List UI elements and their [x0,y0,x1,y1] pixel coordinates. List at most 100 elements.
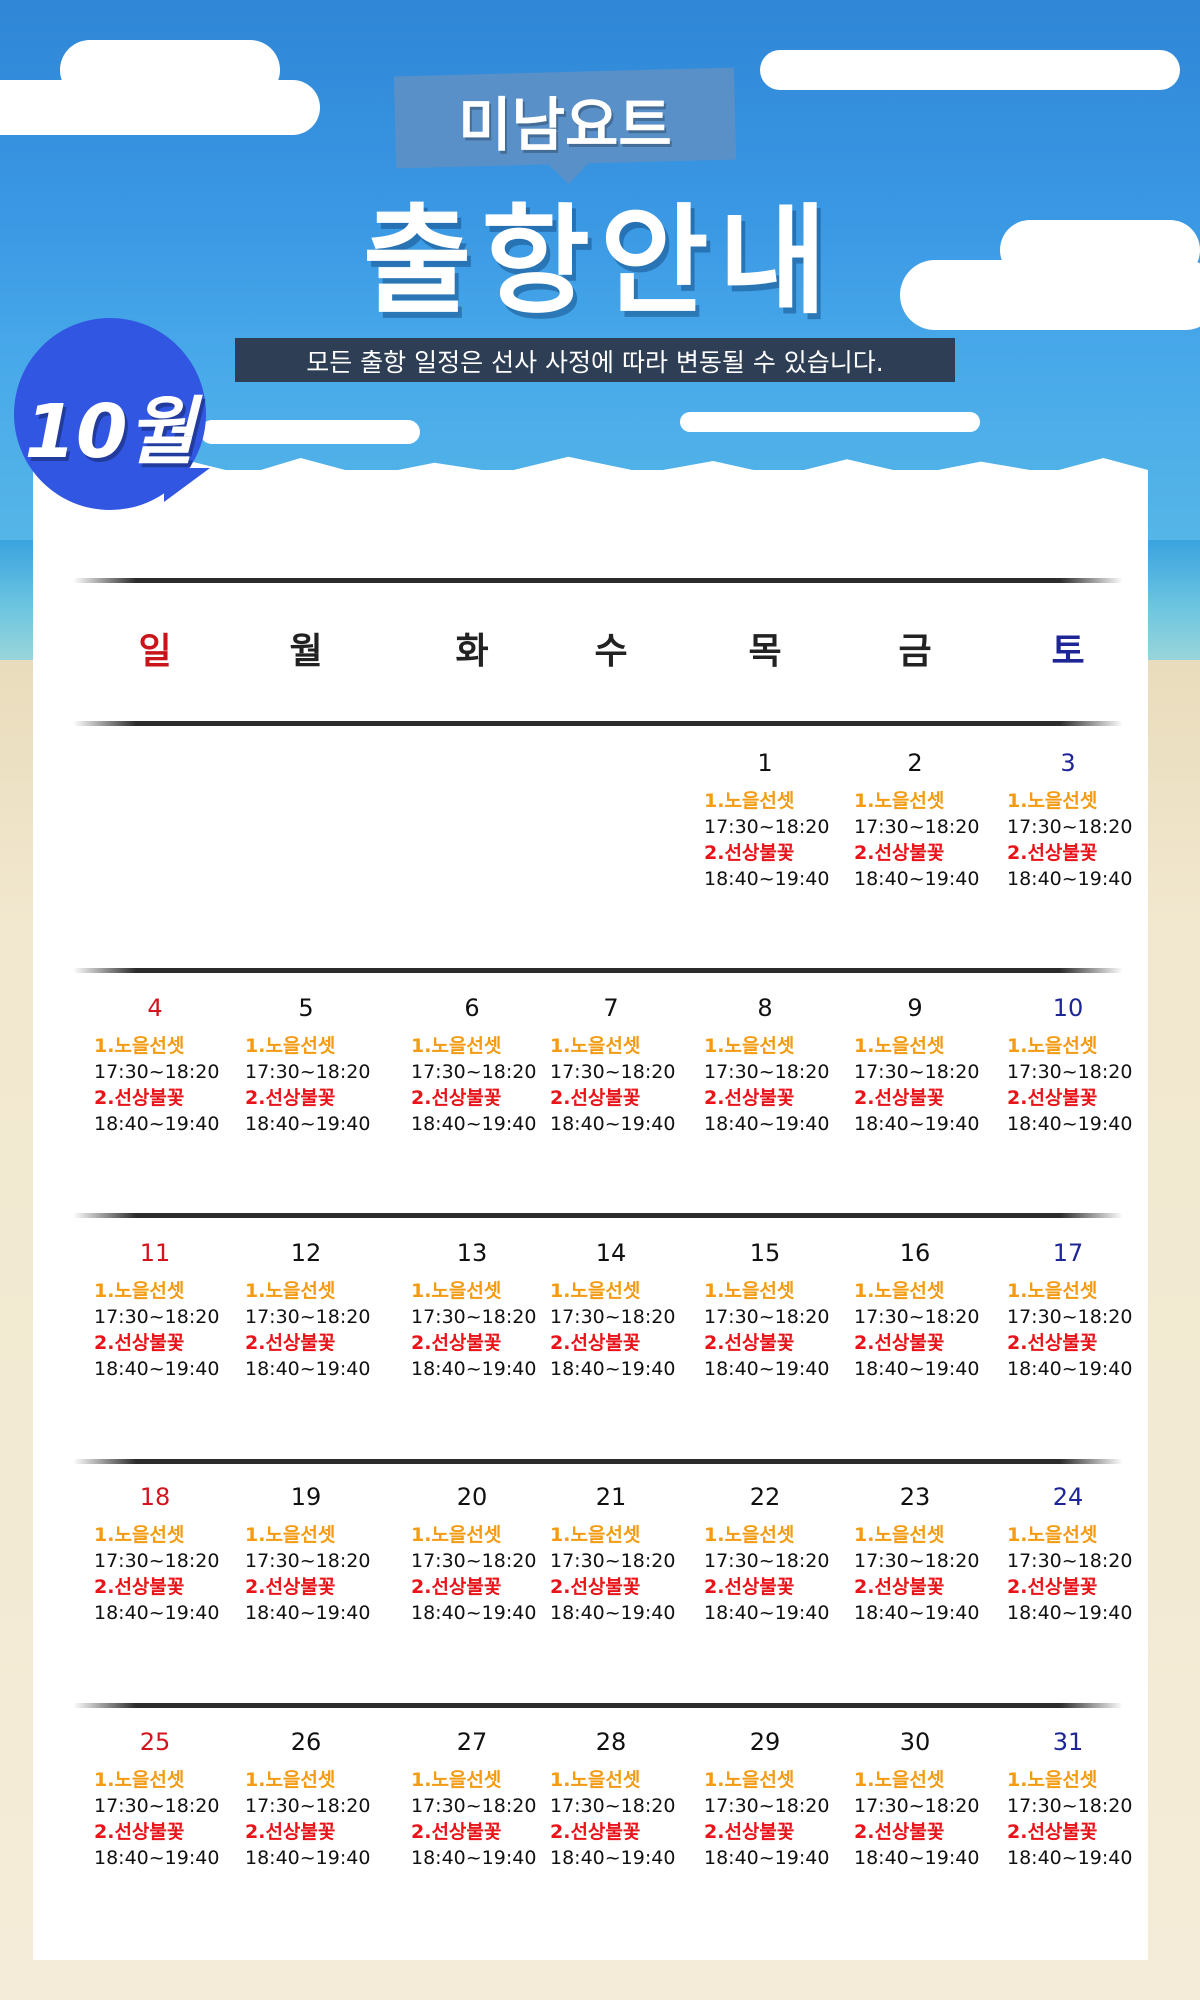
schedule-list: 1.노을선셋 17:30~18:20 2.선상불꽃 18:40~19:40 [840,1278,990,1382]
event2-label: 2.선상불꽃 [94,1087,185,1109]
event2-time: 18:40~19:40 [411,1358,537,1380]
event1-label: 1.노을선셋 [704,1524,795,1546]
event1-time: 17:30~18:20 [411,1795,537,1817]
day-cell: 8 1.노을선셋 17:30~18:20 2.선상불꽃 18:40~19:40 [690,993,840,1137]
event1-time: 17:30~18:20 [704,1306,830,1328]
day-number: 3 [1060,749,1076,777]
schedule-list: 1.노을선셋 17:30~18:20 2.선상불꽃 18:40~19:40 [231,1522,381,1626]
event1-label: 1.노을선셋 [245,1035,336,1057]
event1-label: 1.노을선셋 [1007,1035,1098,1057]
event2-label: 2.선상불꽃 [94,1576,185,1598]
event2-label: 2.선상불꽃 [245,1087,336,1109]
event2-time: 18:40~19:40 [245,1602,371,1624]
event2-label: 2.선상불꽃 [854,1576,945,1598]
day-cell: 3 1.노을선셋 17:30~18:20 2.선상불꽃 18:40~19:40 [993,748,1143,892]
event2-time: 18:40~19:40 [704,1113,830,1135]
event2-label: 2.선상불꽃 [1007,842,1098,864]
event1-label: 1.노을선셋 [411,1769,502,1791]
event1-time: 17:30~18:20 [854,816,980,838]
event1-time: 17:30~18:20 [94,1306,220,1328]
event1-label: 1.노을선셋 [411,1035,502,1057]
event1-label: 1.노을선셋 [550,1035,641,1057]
event1-label: 1.노을선셋 [704,1769,795,1791]
day-number: 27 [456,1728,488,1756]
event2-time: 18:40~19:40 [704,1358,830,1380]
day-number: 12 [290,1239,322,1267]
day-cell: 18 1.노을선셋 17:30~18:20 2.선상불꽃 18:40~19:40 [80,1482,230,1626]
event2-time: 18:40~19:40 [245,1113,371,1135]
event1-time: 17:30~18:20 [854,1550,980,1572]
day-number: 8 [757,994,773,1022]
event1-label: 1.노을선셋 [550,1524,641,1546]
cloud-decoration [680,412,980,432]
event2-label: 2.선상불꽃 [854,1332,945,1354]
event1-label: 1.노을선셋 [854,1035,945,1057]
event1-time: 17:30~18:20 [1007,1550,1133,1572]
day-number: 24 [1052,1483,1084,1511]
weekday-header: 금 [898,631,932,672]
day-number: 18 [139,1483,171,1511]
notice-text: 모든 출항 일정은 선사 사정에 따라 변동될 수 있습니다. [306,348,884,377]
day-number: 15 [749,1239,781,1267]
day-cell: 7 1.노을선셋 17:30~18:20 2.선상불꽃 18:40~19:40 [536,993,686,1137]
weekday-header: 목 [748,631,782,672]
schedule-list: 1.노을선셋 17:30~18:20 2.선상불꽃 18:40~19:40 [690,1278,840,1382]
event2-label: 2.선상불꽃 [94,1332,185,1354]
day-number: 6 [464,994,480,1022]
row-divider [73,968,1123,973]
event1-time: 17:30~18:20 [704,1795,830,1817]
schedule-list: 1.노을선셋 17:30~18:20 2.선상불꽃 18:40~19:40 [231,1033,381,1137]
schedule-list: 1.노을선셋 17:30~18:20 2.선상불꽃 18:40~19:40 [993,1278,1143,1382]
day-number: 21 [595,1483,627,1511]
event2-label: 2.선상불꽃 [704,1087,795,1109]
event1-time: 17:30~18:20 [704,816,830,838]
schedule-list: 1.노을선셋 17:30~18:20 2.선상불꽃 18:40~19:40 [840,1522,990,1626]
event2-label: 2.선상불꽃 [550,1576,641,1598]
day-cell: 2 1.노을선셋 17:30~18:20 2.선상불꽃 18:40~19:40 [840,748,990,892]
event1-time: 17:30~18:20 [704,1550,830,1572]
page-title: 출항안내 [362,192,838,330]
event1-label: 1.노을선셋 [1007,1769,1098,1791]
event1-label: 1.노을선셋 [704,790,795,812]
event1-time: 17:30~18:20 [245,1795,371,1817]
row-divider [73,1213,1123,1218]
day-cell: 1 1.노을선셋 17:30~18:20 2.선상불꽃 18:40~19:40 [690,748,840,892]
day-cell: 31 1.노을선셋 17:30~18:20 2.선상불꽃 18:40~19:40 [993,1727,1143,1871]
event2-label: 2.선상불꽃 [1007,1087,1098,1109]
event2-time: 18:40~19:40 [1007,1602,1133,1624]
schedule-list: 1.노을선셋 17:30~18:20 2.선상불꽃 18:40~19:40 [536,1767,686,1871]
event2-label: 2.선상불꽃 [411,1576,502,1598]
event2-time: 18:40~19:40 [411,1113,537,1135]
schedule-list: 1.노을선셋 17:30~18:20 2.선상불꽃 18:40~19:40 [231,1278,381,1382]
event2-time: 18:40~19:40 [550,1847,676,1869]
schedule-list: 1.노을선셋 17:30~18:20 2.선상불꽃 18:40~19:40 [397,1522,547,1626]
schedule-list: 1.노을선셋 17:30~18:20 2.선상불꽃 18:40~19:40 [80,1278,230,1382]
schedule-list: 1.노을선셋 17:30~18:20 2.선상불꽃 18:40~19:40 [536,1033,686,1137]
day-cell: 22 1.노을선셋 17:30~18:20 2.선상불꽃 18:40~19:40 [690,1482,840,1626]
event2-label: 2.선상불꽃 [854,1087,945,1109]
day-cell: 28 1.노을선셋 17:30~18:20 2.선상불꽃 18:40~19:40 [536,1727,686,1871]
event1-time: 17:30~18:20 [245,1550,371,1572]
day-number: 10 [1052,994,1084,1022]
day-number: 26 [290,1728,322,1756]
event1-label: 1.노을선셋 [550,1280,641,1302]
day-number: 13 [456,1239,488,1267]
event2-label: 2.선상불꽃 [245,1332,336,1354]
day-number: 22 [749,1483,781,1511]
event1-label: 1.노을선셋 [245,1769,336,1791]
event1-label: 1.노을선셋 [94,1280,185,1302]
event2-label: 2.선상불꽃 [704,1332,795,1354]
event1-label: 1.노을선셋 [94,1035,185,1057]
schedule-list: 1.노을선셋 17:30~18:20 2.선상불꽃 18:40~19:40 [536,1522,686,1626]
schedule-list: 1.노을선셋 17:30~18:20 2.선상불꽃 18:40~19:40 [993,1522,1143,1626]
day-number: 2 [907,749,923,777]
event2-time: 18:40~19:40 [854,1358,980,1380]
brand-name: 미남요트 [458,91,672,159]
day-cell: 29 1.노을선셋 17:30~18:20 2.선상불꽃 18:40~19:40 [690,1727,840,1871]
day-number: 23 [899,1483,931,1511]
schedule-list: 1.노을선셋 17:30~18:20 2.선상불꽃 18:40~19:40 [993,1767,1143,1871]
day-number: 29 [749,1728,781,1756]
event2-time: 18:40~19:40 [854,868,980,890]
day-cell: 9 1.노을선셋 17:30~18:20 2.선상불꽃 18:40~19:40 [840,993,990,1137]
event2-time: 18:40~19:40 [1007,1113,1133,1135]
